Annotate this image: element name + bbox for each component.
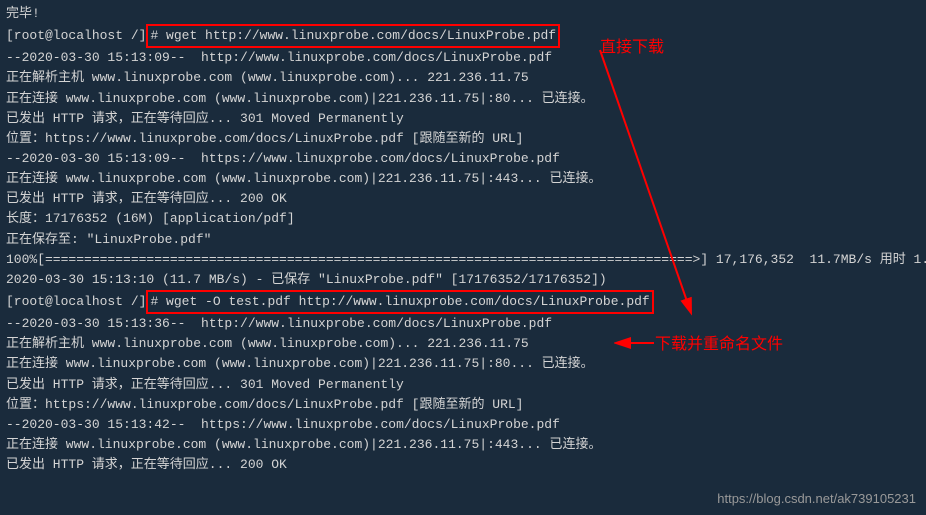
output-line: --2020-03-30 15:13:09-- https://www.linu… bbox=[6, 149, 920, 169]
watermark: https://blog.csdn.net/ak739105231 bbox=[717, 489, 916, 509]
output-line: 2020-03-30 15:13:10 (11.7 MB/s) - 已保存 "L… bbox=[6, 270, 920, 290]
highlight-cmd-1: # wget http://www.linuxprobe.com/docs/Li… bbox=[146, 24, 560, 48]
prompt: [root@localhost /] bbox=[6, 28, 146, 43]
output-line: 正在解析主机 www.linuxprobe.com (www.linuxprob… bbox=[6, 68, 920, 88]
output-line: 位置：https://www.linuxprobe.com/docs/Linux… bbox=[6, 395, 920, 415]
output-line: 已发出 HTTP 请求，正在等待回应... 301 Moved Permanen… bbox=[6, 375, 920, 395]
command-line-1: [root@localhost /]# wget http://www.linu… bbox=[6, 24, 920, 48]
output-line: 正在连接 www.linuxprobe.com (www.linuxprobe.… bbox=[6, 435, 920, 455]
output-line: 正在保存至: "LinuxProbe.pdf" bbox=[6, 230, 920, 250]
output-line: 正在连接 www.linuxprobe.com (www.linuxprobe.… bbox=[6, 169, 920, 189]
output-line: 完毕! bbox=[6, 4, 920, 24]
output-line: --2020-03-30 15:13:36-- http://www.linux… bbox=[6, 314, 920, 334]
highlight-cmd-2: # wget -O test.pdf http://www.linuxprobe… bbox=[146, 290, 653, 314]
output-line: 长度：17176352 (16M) [application/pdf] bbox=[6, 209, 920, 229]
output-line: 已发出 HTTP 请求，正在等待回应... 200 OK bbox=[6, 189, 920, 209]
output-line: 正在连接 www.linuxprobe.com (www.linuxprobe.… bbox=[6, 89, 920, 109]
annotation-2: 下载并重命名文件 bbox=[655, 333, 783, 358]
command-line-2: [root@localhost /]# wget -O test.pdf htt… bbox=[6, 290, 920, 314]
prompt: [root@localhost /] bbox=[6, 294, 146, 309]
progress-line: 100%[===================================… bbox=[6, 250, 920, 270]
output-line: 位置：https://www.linuxprobe.com/docs/Linux… bbox=[6, 129, 920, 149]
output-line: --2020-03-30 15:13:42-- https://www.linu… bbox=[6, 415, 920, 435]
output-line: --2020-03-30 15:13:09-- http://www.linux… bbox=[6, 48, 920, 68]
output-line: 已发出 HTTP 请求，正在等待回应... 301 Moved Permanen… bbox=[6, 109, 920, 129]
annotation-1: 直接下载 bbox=[600, 36, 664, 61]
output-line: 已发出 HTTP 请求，正在等待回应... 200 OK bbox=[6, 455, 920, 475]
